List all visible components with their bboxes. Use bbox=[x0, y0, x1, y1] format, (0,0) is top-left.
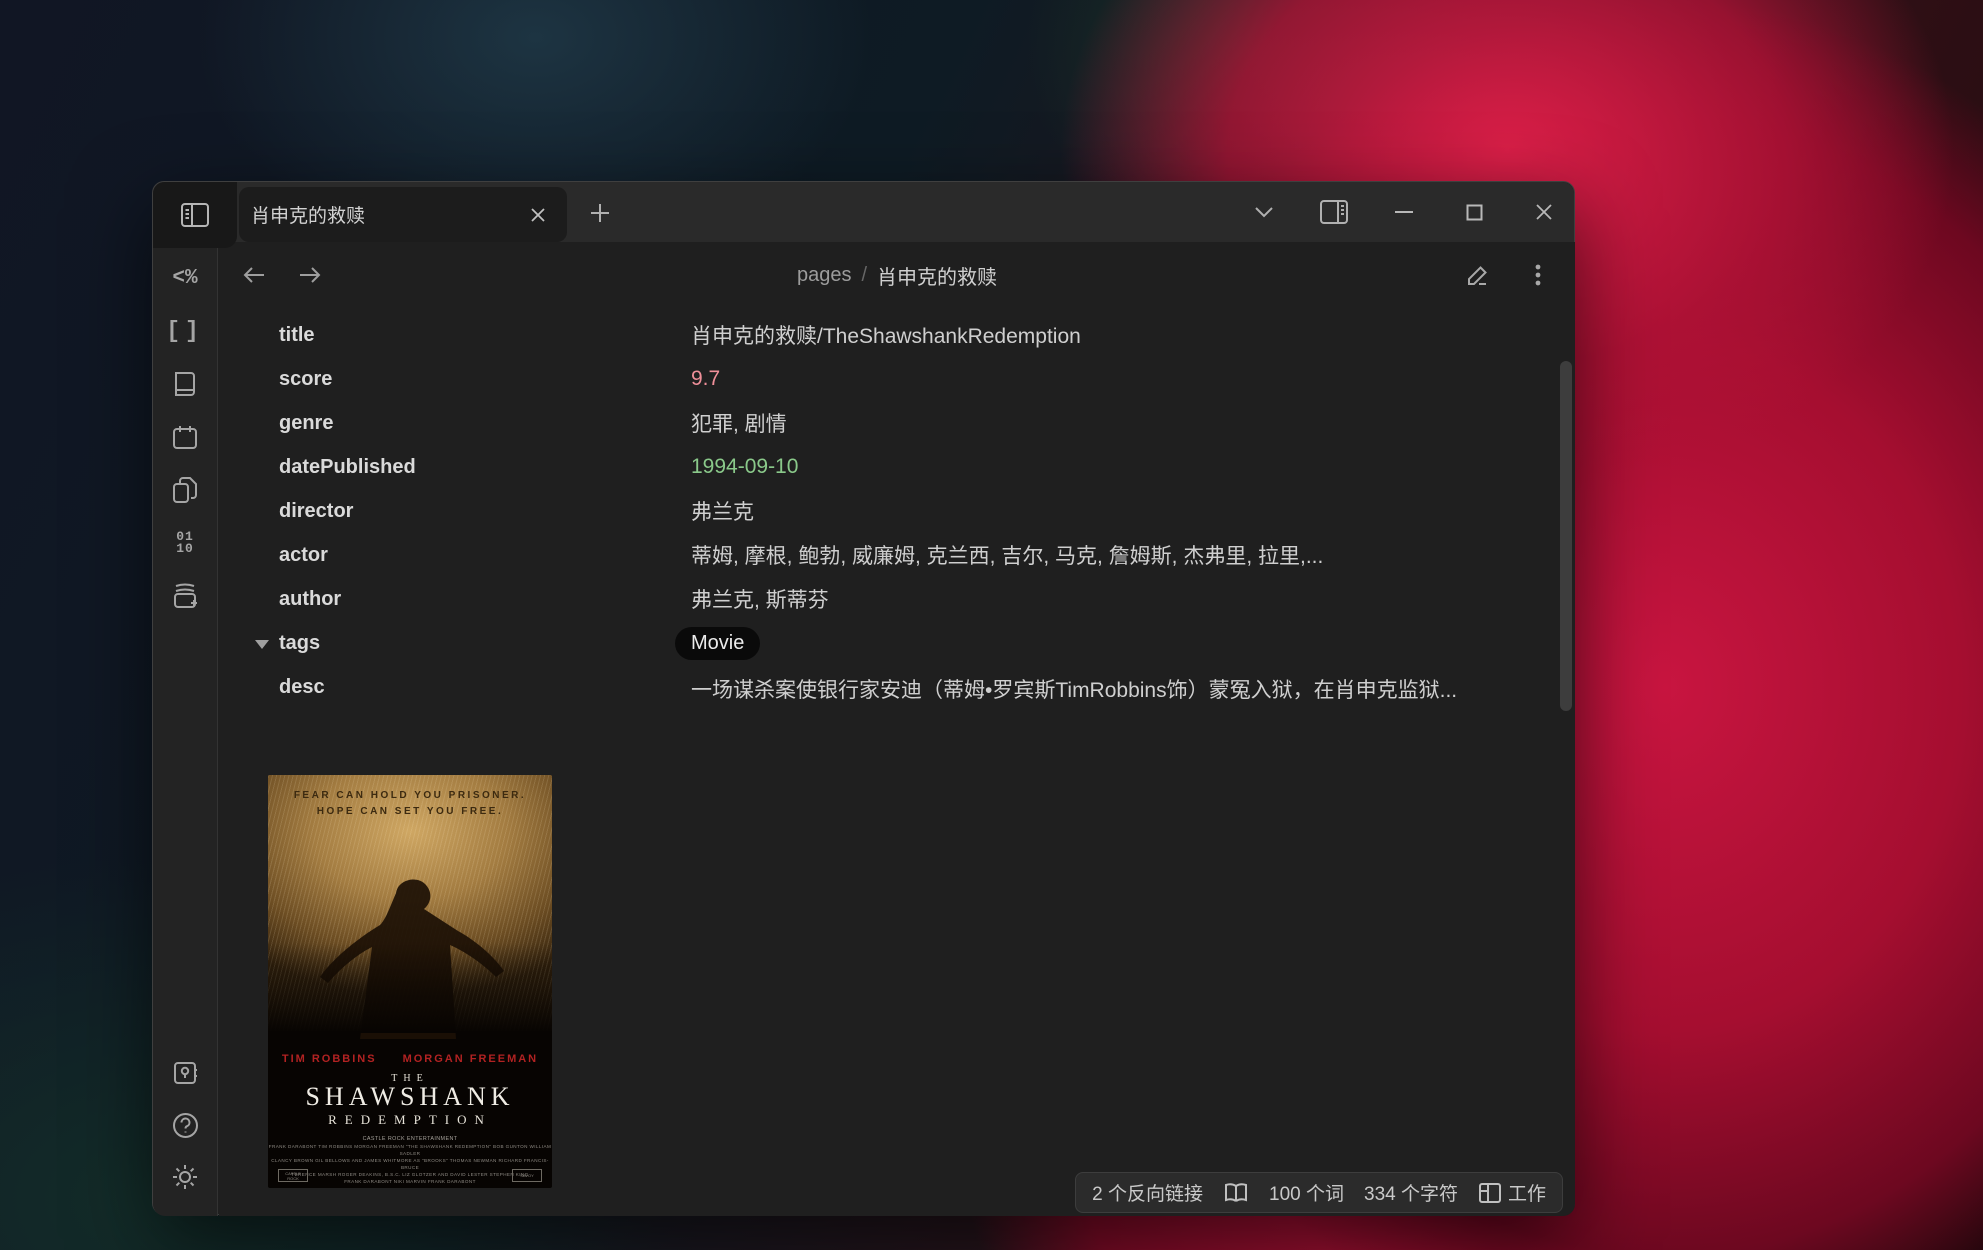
word-count: 100 个词 bbox=[1269, 1179, 1344, 1206]
open-book-icon bbox=[1223, 1182, 1249, 1204]
attr-value-date: 1994-09-10 bbox=[691, 455, 1491, 479]
breadcrumb-current[interactable]: 肖申克的救赎 bbox=[877, 261, 997, 290]
attr-row-director[interactable]: director 弗兰克 bbox=[279, 489, 1519, 533]
window-controls bbox=[1244, 193, 1564, 231]
attr-label: genre bbox=[279, 412, 691, 435]
attr-row-score[interactable]: score 9.7 bbox=[279, 357, 1519, 401]
attr-label: director bbox=[279, 500, 691, 523]
attr-label: score bbox=[279, 368, 691, 391]
sidebar-toggle-area bbox=[153, 182, 237, 248]
attr-row-title[interactable]: title 肖申克的救赎/TheShawshankRedemption bbox=[279, 313, 1519, 357]
copy-icon bbox=[172, 476, 198, 504]
add-to-deck-button[interactable] bbox=[166, 577, 204, 615]
tab-close-icon[interactable] bbox=[523, 200, 553, 230]
attr-row-actor[interactable]: actor 蒂姆, 摩根, 鲍勃, 威廉姆, 克兰西, 吉尔, 马克, 詹姆斯,… bbox=[279, 533, 1519, 577]
copy-button[interactable] bbox=[166, 471, 204, 509]
sidebar-rail: <% [] bbox=[153, 248, 218, 1216]
attr-value-score: 9.7 bbox=[691, 367, 1491, 391]
poster-title-main: SHAWSHANK bbox=[268, 1084, 552, 1110]
brackets-button[interactable]: [] bbox=[166, 312, 204, 350]
attr-value: 犯罪, 剧情 bbox=[691, 408, 1491, 438]
breadcrumb-bar: pages / 肖申克的救赎 bbox=[219, 242, 1575, 308]
poster-tagline: FEAR CAN HOLD YOU PRISONER. HOPE CAN SET… bbox=[268, 788, 552, 820]
backlinks-count[interactable]: 2 个反向链接 bbox=[1092, 1179, 1203, 1206]
calendar-button[interactable] bbox=[166, 418, 204, 456]
attr-row-tags[interactable]: tags Movie bbox=[279, 621, 1519, 665]
poster-photo-area: FEAR CAN HOLD YOU PRISONER. HOPE CAN SET… bbox=[268, 775, 552, 1031]
notebook-button[interactable] bbox=[166, 365, 204, 403]
back-button[interactable] bbox=[235, 256, 273, 294]
attribute-table: title 肖申克的救赎/TheShawshankRedemption scor… bbox=[279, 313, 1519, 709]
attr-label: tags bbox=[279, 632, 320, 655]
poster-title-sub: REDEMPTION bbox=[268, 1112, 552, 1128]
brackets-icon: [] bbox=[166, 318, 204, 344]
calendar-icon bbox=[172, 424, 198, 451]
riff-card-button[interactable] bbox=[166, 1054, 204, 1092]
maximize-button[interactable] bbox=[1454, 193, 1494, 231]
chevron-down-icon[interactable] bbox=[1244, 193, 1284, 231]
movie-poster[interactable]: FEAR CAN HOLD YOU PRISONER. HOPE CAN SET… bbox=[268, 775, 552, 1188]
notebook-icon bbox=[172, 370, 198, 398]
titlebar: 肖申克的救赎 bbox=[153, 182, 1574, 242]
attr-value: 蒂姆, 摩根, 鲍勃, 威廉姆, 克兰西, 吉尔, 马克, 詹姆斯, 杰弗里, … bbox=[691, 540, 1491, 570]
binary-icon: 01 10 bbox=[176, 531, 194, 555]
poster-logo-right: SAVOY bbox=[512, 1169, 542, 1182]
attr-label: desc bbox=[279, 673, 691, 699]
attr-label: datePublished bbox=[279, 456, 691, 479]
gear-icon bbox=[171, 1163, 199, 1191]
more-options-button[interactable] bbox=[1519, 256, 1557, 294]
breadcrumb-separator: / bbox=[861, 264, 867, 287]
poster-actor-left: TIM ROBBINS bbox=[282, 1053, 377, 1065]
edit-pencil-button[interactable] bbox=[1459, 256, 1497, 294]
workspace-switcher[interactable]: 工作 bbox=[1478, 1179, 1546, 1206]
poster-logo-left: CASTLE ROCK bbox=[278, 1169, 308, 1182]
template-icon: <% bbox=[172, 267, 197, 290]
toggle-sidebar-button[interactable] bbox=[176, 196, 214, 234]
help-button[interactable] bbox=[166, 1106, 204, 1144]
toggle-right-panel-button[interactable] bbox=[1314, 193, 1354, 231]
poster-figure-silhouette bbox=[268, 859, 552, 1039]
scrollbar-thumb[interactable] bbox=[1560, 361, 1572, 711]
attr-label: title bbox=[279, 324, 691, 347]
attr-label: actor bbox=[279, 544, 691, 567]
attr-label: author bbox=[279, 588, 691, 611]
attr-row-genre[interactable]: genre 犯罪, 剧情 bbox=[279, 401, 1519, 445]
flashcard-binary-button[interactable]: 01 10 bbox=[166, 524, 204, 562]
attr-value: 肖申克的救赎/TheShawshankRedemption bbox=[691, 320, 1491, 350]
close-window-button[interactable] bbox=[1524, 193, 1564, 231]
poster-actor-right: MORGAN FREEMAN bbox=[403, 1053, 539, 1065]
attr-row-author[interactable]: author 弗兰克, 斯蒂芬 bbox=[279, 577, 1519, 621]
tab-shawshank[interactable]: 肖申克的救赎 bbox=[239, 187, 567, 242]
card-keyhole-icon bbox=[172, 1060, 198, 1086]
app-window: 肖申克的救赎 bbox=[152, 181, 1575, 1215]
tab-title: 肖申克的救赎 bbox=[251, 201, 515, 228]
editor-panel: pages / 肖申克的救赎 tit bbox=[219, 242, 1575, 1216]
reading-mode-button[interactable] bbox=[1223, 1182, 1249, 1204]
attr-value: 弗兰克 bbox=[691, 496, 1491, 526]
forward-button[interactable] bbox=[291, 256, 329, 294]
stack-add-icon bbox=[171, 582, 199, 610]
collapse-triangle-icon[interactable] bbox=[255, 640, 269, 649]
tag-pill-movie[interactable]: Movie bbox=[675, 627, 760, 660]
template-button[interactable]: <% bbox=[166, 259, 204, 297]
breadcrumb-parent[interactable]: pages bbox=[797, 264, 852, 287]
attr-value: 弗兰克, 斯蒂芬 bbox=[691, 584, 1491, 614]
attr-value-desc: 一场谋杀案使银行家安迪（蒂姆•罗宾斯TimRobbins饰）蒙冤入狱，在肖申克监… bbox=[691, 673, 1491, 709]
new-tab-button[interactable] bbox=[581, 194, 619, 232]
poster-bottom-area: TIM ROBBINS MORGAN FREEMAN THE SHAWSHANK… bbox=[268, 1031, 552, 1188]
settings-button[interactable] bbox=[166, 1158, 204, 1196]
status-bar: 2 个反向链接 100 个词 334 个字符 工作 bbox=[1075, 1172, 1563, 1213]
breadcrumb: pages / 肖申克的救赎 bbox=[797, 261, 997, 290]
workspace-icon bbox=[1478, 1182, 1502, 1204]
attr-row-datepublished[interactable]: datePublished 1994-09-10 bbox=[279, 445, 1519, 489]
char-count: 334 个字符 bbox=[1364, 1179, 1458, 1206]
help-icon bbox=[172, 1112, 199, 1139]
workspace-name: 工作 bbox=[1508, 1179, 1546, 1206]
minimize-button[interactable] bbox=[1384, 193, 1424, 231]
attr-row-desc[interactable]: desc 一场谋杀案使银行家安迪（蒂姆•罗宾斯TimRobbins饰）蒙冤入狱，… bbox=[279, 665, 1519, 709]
